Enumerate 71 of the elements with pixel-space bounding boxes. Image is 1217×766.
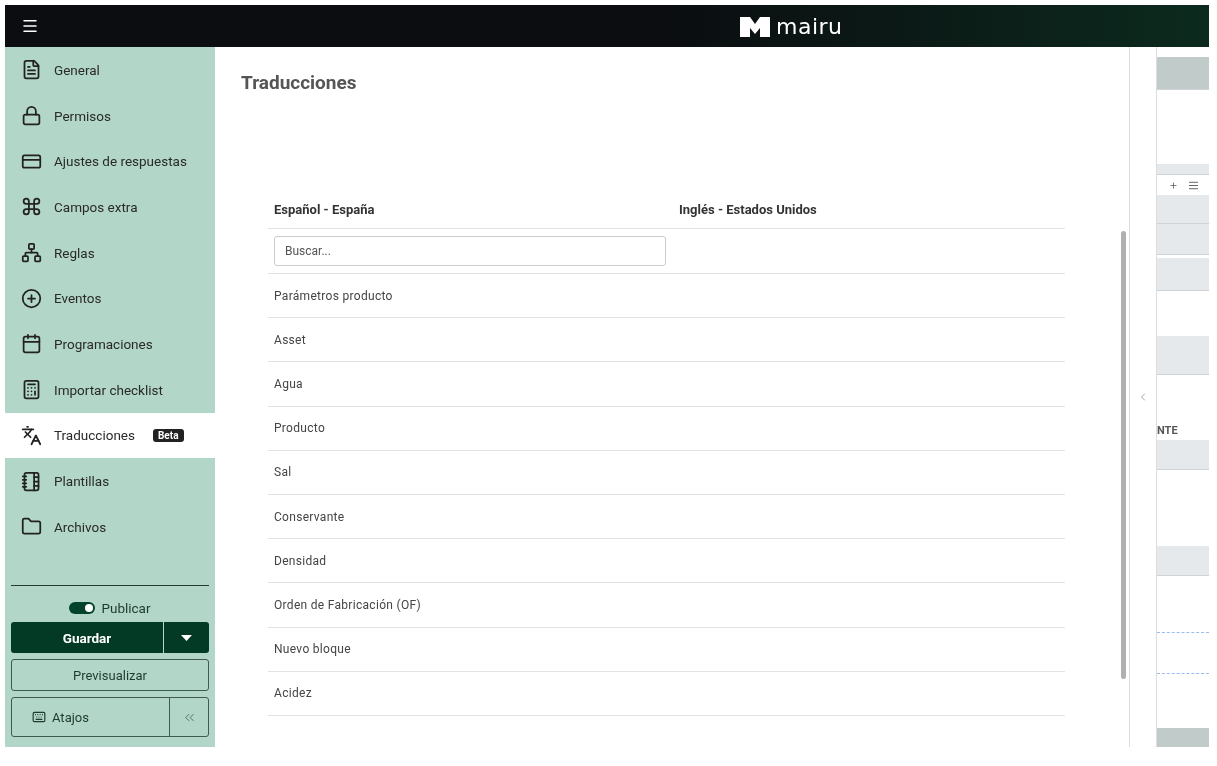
sidebar-item-icon xyxy=(21,333,42,355)
preview-block xyxy=(1157,546,1209,576)
sidebar-item-label: Programaciones xyxy=(54,335,153,352)
table-cell: Parámetros producto xyxy=(274,288,393,303)
preview-block xyxy=(1157,164,1209,175)
list-icon[interactable] xyxy=(1188,179,1199,191)
sidebar-item-icon xyxy=(21,470,42,492)
save-button[interactable]: Guardar xyxy=(11,622,163,653)
page-title: Traducciones xyxy=(241,71,358,94)
table-cell: Acidez xyxy=(274,686,312,701)
sidebar-item-label: Campos extra xyxy=(54,198,138,215)
preview-button[interactable]: Previsualizar xyxy=(11,659,209,691)
sidebar-item[interactable]: Eventos xyxy=(5,275,215,322)
sidebar-item[interactable]: Importar checklist xyxy=(5,366,215,413)
sidebar-item-label: Plantillas xyxy=(54,473,110,490)
sidebar-item-icon xyxy=(21,242,42,264)
sidebar-item-label: Reglas xyxy=(54,244,95,261)
table-cell: Conservante xyxy=(274,509,345,524)
publish-label: Publicar xyxy=(101,600,151,616)
preview-block xyxy=(1157,57,1209,90)
sidebar-item-label: Traducciones xyxy=(54,427,135,444)
table-cell: Sal xyxy=(274,465,292,480)
preview-heading: NTE xyxy=(1157,424,1178,437)
preview-block xyxy=(1157,224,1209,255)
preview-block xyxy=(1157,195,1209,224)
table-cell: Orden de Fabricación (OF) xyxy=(274,597,421,612)
sidebar-item-label: Ajustes de respuestas xyxy=(54,153,187,170)
sidebar-item-icon xyxy=(21,379,42,401)
table-cell: Producto xyxy=(274,421,326,436)
sidebar-item[interactable]: Plantillas xyxy=(5,458,215,504)
dashed-line xyxy=(1157,632,1209,633)
sidebar-item[interactable]: General xyxy=(5,47,215,93)
preview-block xyxy=(1157,728,1209,747)
sidebar-item-label: Eventos xyxy=(54,290,102,307)
sidebar-item-icon xyxy=(21,105,42,127)
publish-toggle[interactable] xyxy=(69,602,96,614)
sidebar-item-label: Archivos xyxy=(54,518,107,535)
save-options-button[interactable] xyxy=(163,622,209,653)
sidebar-item[interactable]: Ajustes de respuestas xyxy=(5,138,215,185)
sidebar-item[interactable]: Programaciones xyxy=(5,321,215,367)
table-cell: Agua xyxy=(274,376,303,391)
table-cell: Densidad xyxy=(274,553,327,568)
dashed-line xyxy=(1157,673,1209,674)
sidebar-item[interactable]: Permisos xyxy=(5,92,215,139)
preview-block xyxy=(1157,440,1209,470)
caret-icon xyxy=(181,634,192,641)
search-field[interactable]: Buscar... xyxy=(274,236,666,266)
sidebar-item-icon xyxy=(21,424,42,446)
logo-icon xyxy=(740,16,770,37)
sidebar-item[interactable]: Reglas xyxy=(5,229,215,276)
plus-icon[interactable] xyxy=(1169,180,1178,190)
scrollbar-thumb[interactable] xyxy=(1120,231,1126,679)
table-cell: Nuevo bloque xyxy=(274,642,351,657)
sidebar-item-label: General xyxy=(54,61,100,78)
sidebar-item[interactable]: Traducciones Beta xyxy=(5,412,215,459)
brand-name: mairu xyxy=(776,14,843,39)
sidebar-item-icon xyxy=(21,59,42,81)
beta-badge: Beta xyxy=(152,428,184,442)
sidebar-item-label: Permisos xyxy=(54,107,111,124)
sidebar-item-icon xyxy=(21,196,42,218)
preview-block xyxy=(1157,336,1209,375)
table-cell: Asset xyxy=(274,332,306,347)
sidebar-item[interactable]: Campos extra xyxy=(5,184,215,230)
column-header: Inglés - Estados Unidos xyxy=(679,201,818,217)
preview-block xyxy=(1157,258,1209,291)
keyboard-icon xyxy=(32,710,46,724)
sidebar-item-icon xyxy=(21,287,42,309)
sidebar-item-label: Importar checklist xyxy=(54,381,163,398)
column-header: Español - España xyxy=(274,201,376,217)
menu-icon[interactable] xyxy=(21,17,39,35)
sidebar-item[interactable]: Archivos xyxy=(5,503,215,550)
